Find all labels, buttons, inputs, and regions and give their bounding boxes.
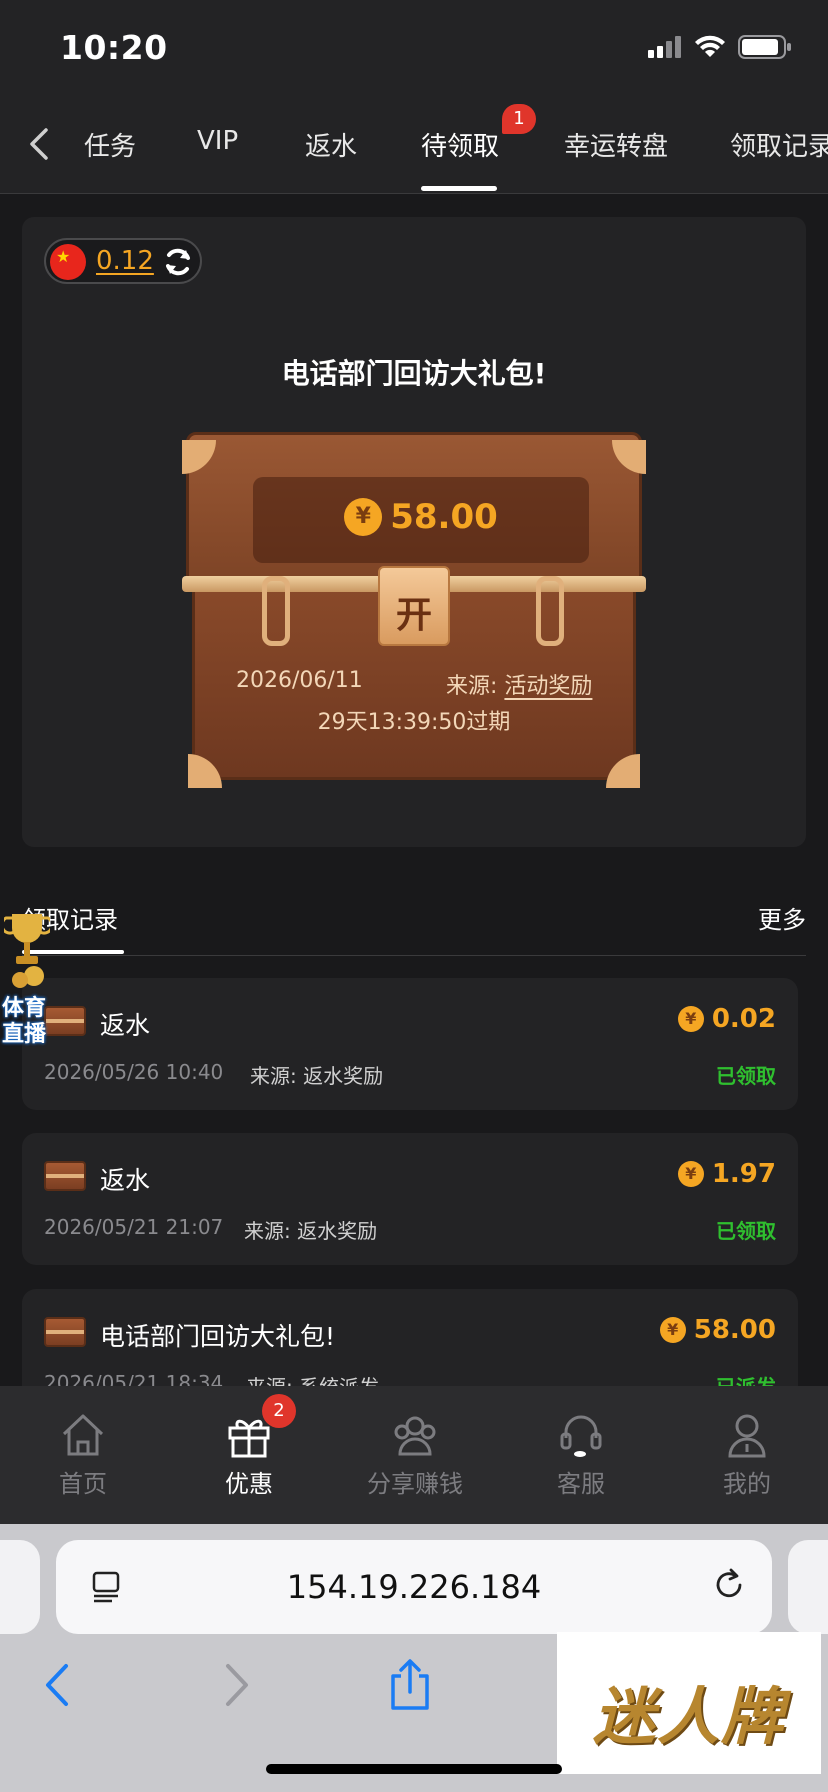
- balance-value[interactable]: 0.12: [96, 246, 154, 276]
- record-time: 2026/05/21 18:34: [44, 1371, 224, 1386]
- gift-date: 2026/06/11: [236, 668, 363, 693]
- status-icons: [648, 34, 792, 60]
- record-name: 返水: [100, 1166, 151, 1195]
- record-source: 来源: 返水奖励: [244, 1219, 378, 1243]
- ad-banner[interactable]: 迷人牌: [557, 1632, 821, 1774]
- wifi-icon: [695, 35, 725, 57]
- nav-support-label: 客服: [557, 1470, 605, 1498]
- browser-back-icon[interactable]: [34, 1658, 84, 1712]
- gift-source: 来源: 活动奖励: [446, 668, 592, 700]
- records-header: 领取记录 更多: [22, 900, 806, 956]
- gift-title: 电话部门回访大礼包!: [281, 357, 547, 390]
- back-chevron-icon[interactable]: [20, 124, 60, 164]
- chest-icon: [44, 1161, 86, 1191]
- records-more-link[interactable]: 更多: [758, 900, 806, 935]
- treasure-chest[interactable]: ¥58.00 开 2026/06/11 来源: 活动奖励 29天13:39:50…: [182, 428, 646, 788]
- record-source: 来源: 系统派发: [246, 1371, 379, 1386]
- nav-promotions[interactable]: 2 优惠: [166, 1386, 332, 1524]
- tab-pending[interactable]: 待领取: [421, 126, 499, 163]
- headset-icon: [560, 1415, 602, 1457]
- nav-home-label: 首页: [59, 1470, 107, 1498]
- address-bar[interactable]: 154.19.226.184: [56, 1540, 772, 1634]
- nav-home[interactable]: 首页: [0, 1386, 166, 1524]
- open-label: 开: [395, 595, 432, 636]
- yen-coin-icon: ¥: [659, 1317, 686, 1343]
- pending-badge: 1: [502, 104, 536, 134]
- tab-vip[interactable]: VIP: [197, 126, 238, 156]
- nav-profile[interactable]: 我的: [664, 1386, 828, 1524]
- chest-clasp-left: [262, 576, 290, 646]
- url-text: 154.19.226.184: [286, 1568, 542, 1606]
- record-item[interactable]: 返水 ¥ 1.97 2026/05/21 21:07 来源: 返水奖励 已领取: [22, 1133, 798, 1265]
- record-item[interactable]: 电话部门回访大礼包! ¥ 58.00 2026/05/21 18:34 来源: …: [22, 1289, 798, 1386]
- home-icon: [62, 1414, 104, 1456]
- tab-rebate[interactable]: 返水: [305, 126, 357, 163]
- record-amount: ¥ 0.02: [677, 1004, 776, 1034]
- record-amount-value: 1.97: [711, 1159, 776, 1189]
- battery-icon: [738, 35, 791, 59]
- yen-coin-icon: ¥: [677, 1161, 704, 1187]
- gift-amount: 58.00: [390, 497, 498, 537]
- open-button[interactable]: 开: [378, 566, 450, 646]
- nav-share-earn-label: 分享赚钱: [367, 1470, 463, 1498]
- status-bar: 10:20: [0, 0, 828, 96]
- chest-icon: [44, 1317, 86, 1347]
- gift-expiry: 29天13:39:50过期: [317, 710, 511, 735]
- ad-text: 迷人牌: [592, 1680, 785, 1753]
- record-status: 已领取: [716, 1064, 776, 1088]
- yen-coin-icon: ¥: [677, 1006, 704, 1032]
- balance-pill: ★ 0.12: [44, 238, 202, 284]
- amount-plate: ¥58.00: [253, 477, 589, 563]
- share-icon: [394, 1416, 436, 1456]
- previous-tab-preview[interactable]: [0, 1540, 40, 1634]
- gift-source-link[interactable]: 活动奖励: [504, 674, 592, 699]
- record-status: 已领取: [716, 1219, 776, 1243]
- promo-badge: 2: [262, 1394, 296, 1428]
- trophy-icon: [4, 914, 50, 988]
- record-status: 已派发: [716, 1371, 776, 1386]
- tab-lucky-wheel[interactable]: 幸运转盘: [564, 126, 668, 163]
- tab-claim-history[interactable]: 领取记录: [730, 126, 828, 163]
- sports-live-float[interactable]: 体育直播: [0, 910, 58, 1050]
- nav-support[interactable]: 客服: [498, 1386, 664, 1524]
- signal-icon: [648, 36, 681, 58]
- chest-clasp-right: [536, 576, 564, 646]
- nav-profile-label: 我的: [723, 1470, 771, 1498]
- browser-forward-icon[interactable]: [210, 1658, 260, 1712]
- record-item[interactable]: 返水 ¥ 0.02 2026/05/26 10:40 来源: 返水奖励 已领取: [22, 978, 798, 1110]
- gift-source-label: 来源:: [446, 674, 498, 699]
- home-indicator: [266, 1764, 562, 1774]
- tab-tasks[interactable]: 任务: [84, 126, 136, 163]
- nav-promotions-label: 优惠: [225, 1470, 273, 1498]
- tab-bar: 任务 VIP 返水 待领取 幸运转盘 领取记录: [0, 96, 828, 194]
- record-time: 2026/05/21 21:07: [44, 1215, 224, 1239]
- record-amount: ¥ 58.00: [659, 1315, 776, 1345]
- chest-lid: ¥58.00: [186, 432, 642, 584]
- record-name: 返水: [100, 1011, 151, 1040]
- china-flag-icon: ★: [50, 244, 86, 280]
- browser-toolbar: 154.19.226.184 迷人牌: [0, 1524, 828, 1792]
- next-tab-preview[interactable]: [788, 1540, 828, 1634]
- yen-coin-icon: ¥: [344, 498, 383, 536]
- bottom-nav: 首页 2 优惠 分享赚钱 客服 我的: [0, 1386, 828, 1524]
- record-amount-value: 0.02: [711, 1004, 776, 1034]
- nav-share-earn[interactable]: 分享赚钱: [332, 1386, 498, 1524]
- active-tab-indicator: [421, 186, 497, 191]
- record-amount: ¥ 1.97: [677, 1159, 776, 1189]
- sports-live-label: 体育直播: [2, 996, 47, 1047]
- record-time: 2026/05/26 10:40: [44, 1060, 224, 1084]
- refresh-icon[interactable]: [162, 246, 194, 278]
- reload-icon[interactable]: [710, 1566, 748, 1604]
- profile-icon: [728, 1414, 766, 1458]
- record-source: 来源: 返水奖励: [250, 1064, 384, 1088]
- record-name: 电话部门回访大礼包!: [100, 1322, 336, 1351]
- share-sheet-icon[interactable]: [385, 1658, 435, 1712]
- status-time: 10:20: [60, 28, 168, 67]
- record-amount-value: 58.00: [693, 1315, 776, 1345]
